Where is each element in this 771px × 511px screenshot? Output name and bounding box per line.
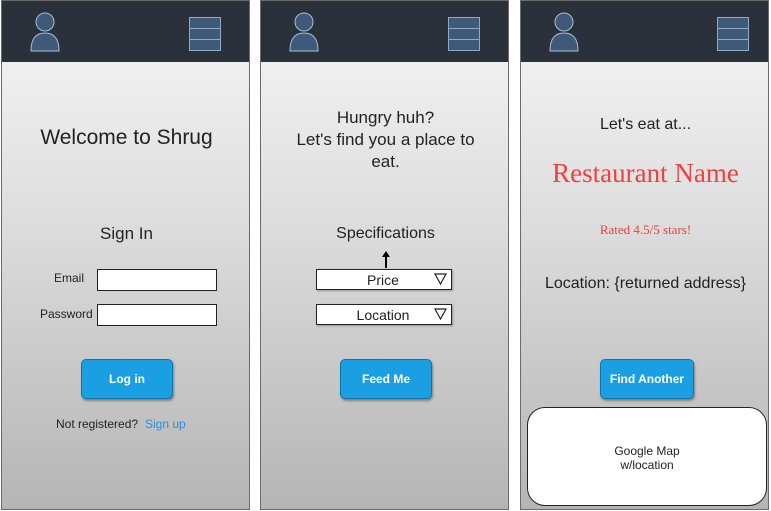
location-dropdown[interactable]: Location xyxy=(316,304,452,325)
specifications-heading: Specifications xyxy=(336,225,435,242)
hungry-title: Hungry huh? Let's find you a place to ea… xyxy=(261,107,508,173)
result-screen: Let's eat at... Restaurant Name Rated 4.… xyxy=(520,0,769,510)
map-label-line2: w/location xyxy=(620,458,674,472)
log-in-button[interactable]: Log in xyxy=(81,359,173,399)
price-dropdown-value: Price xyxy=(367,272,399,288)
search-screen: Hungry huh? Let's find you a place to ea… xyxy=(260,0,509,510)
login-screen: Welcome to Shrug Sign In Email Password … xyxy=(1,0,250,510)
top-bar xyxy=(2,1,249,62)
arrow-up-icon xyxy=(382,251,390,268)
hungry-title-line1: Hungry huh? xyxy=(336,108,435,127)
hamburger-menu-icon[interactable] xyxy=(717,17,749,51)
hungry-title-line3: eat. xyxy=(371,152,400,171)
rating-text: Rated 4.5/5 stars! xyxy=(599,222,692,237)
hamburger-menu-icon[interactable] xyxy=(448,17,480,51)
top-bar xyxy=(261,1,508,62)
lets-eat-intro: Let's eat at... xyxy=(599,116,692,133)
email-field[interactable] xyxy=(97,269,217,291)
hungry-title-line2: Let's find you a place to xyxy=(296,130,475,149)
location-text: Location: {returned address} xyxy=(544,275,747,292)
triangle-down-icon xyxy=(434,273,447,285)
find-another-button[interactable]: Find Another xyxy=(600,359,694,399)
restaurant-name: Restaurant Name xyxy=(552,158,739,188)
top-bar xyxy=(521,1,768,62)
triangle-down-icon xyxy=(434,308,447,320)
user-avatar-icon[interactable] xyxy=(548,11,580,53)
password-label: Password xyxy=(40,307,93,321)
price-dropdown[interactable]: Price xyxy=(316,269,452,290)
map-label-line1: Google Map xyxy=(614,444,680,458)
password-field[interactable] xyxy=(97,304,217,326)
feed-me-button[interactable]: Feed Me xyxy=(340,359,432,399)
location-dropdown-value: Location xyxy=(356,307,410,323)
sign-up-link[interactable]: Sign up xyxy=(145,417,186,431)
not-registered-text: Not registered? xyxy=(56,417,139,431)
user-avatar-icon[interactable] xyxy=(288,11,320,53)
welcome-title: Welcome to Shrug xyxy=(40,126,213,149)
google-map-placeholder[interactable]: Google Map w/location xyxy=(527,407,767,506)
hamburger-menu-icon[interactable] xyxy=(189,17,221,51)
sign-in-heading: Sign In xyxy=(100,224,153,243)
user-avatar-icon[interactable] xyxy=(29,11,61,53)
